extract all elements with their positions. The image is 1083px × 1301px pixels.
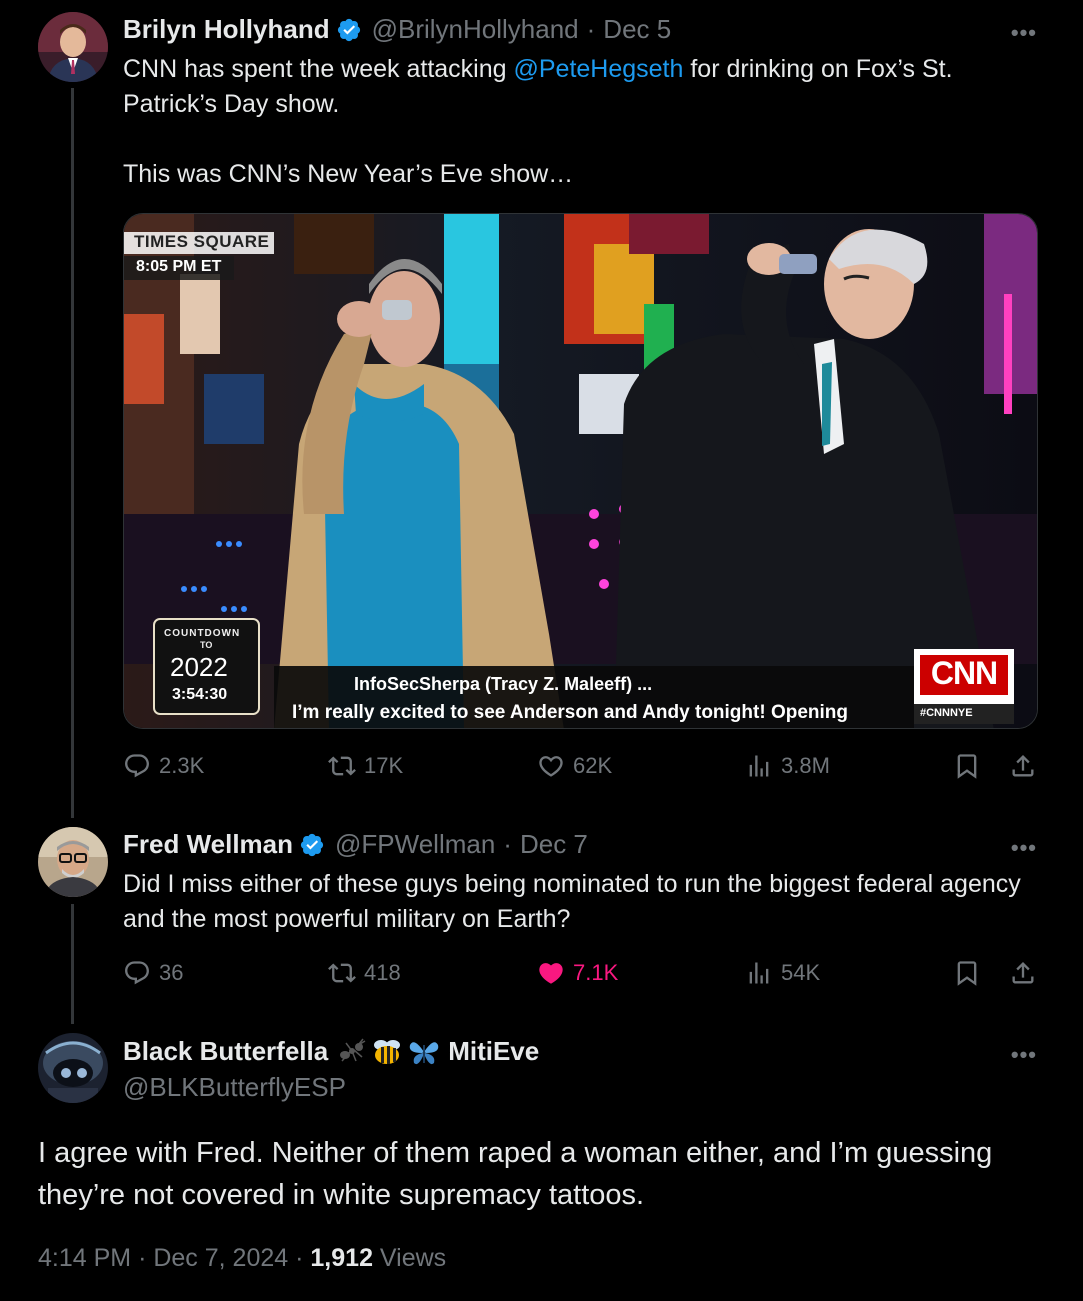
repost-button[interactable]: 17K [328,752,403,780]
mention-link[interactable]: @PeteHegseth [513,55,683,83]
repost-count: 418 [364,960,401,985]
tweet-actions: 2.3K 17K 62K 3.8M [123,752,1038,786]
separator: · [295,1244,304,1272]
reply-button[interactable]: 36 [123,959,183,987]
views-label: Views [379,1244,447,1272]
tweet-text: CNN has spent the week attacking @PeteHe… [123,52,1038,192]
reply-count: 2.3K [159,753,205,778]
like-count: 7.1K [573,960,619,985]
reply-count: 36 [159,960,184,985]
ant-icon [336,1037,366,1067]
like-button[interactable]: 62K [537,752,612,780]
avatar[interactable] [38,827,108,897]
avatar[interactable] [38,12,108,82]
media-location-label: TIMES SQUARE [134,232,270,251]
share-icon [1012,962,1034,984]
views-count[interactable]: 1,912 [310,1244,373,1272]
display-name[interactable]: Black Butterfella [123,1036,328,1067]
tweet-actions: 36 418 7.1K 54K [123,959,1038,993]
tweet-full-date[interactable]: Dec 7, 2024 [153,1244,288,1272]
handle[interactable]: @BrilynHollyhand [372,14,579,45]
share-button[interactable] [1009,959,1045,987]
network-hashtag: #CNNNYE [920,707,973,719]
more-options-icon[interactable]: ••• [1011,20,1037,46]
countdown-label: COUNTDOWN [164,628,241,639]
heart-filled-icon [539,963,563,984]
tweet-time[interactable]: 4:14 PM [38,1244,131,1272]
views-count: 3.8M [781,753,830,778]
verified-badge-icon [336,17,362,43]
views-count: 54K [781,960,821,985]
countdown-time: 3:54:30 [172,686,228,703]
avatar[interactable] [38,1033,108,1103]
views-chart-icon [749,962,769,984]
bookmark-icon [957,961,977,986]
ticker-user: InfoSecSherpa (Tracy Z. Maleeff) ... [354,674,653,694]
butterfly-icon [408,1037,440,1067]
more-options-icon[interactable]: ••• [1011,1042,1037,1068]
thread-line [71,88,74,818]
separator: · [586,14,596,44]
repost-count: 17K [364,753,404,778]
bookmark-icon [957,754,977,779]
tweet-meta: 4:14 PM · Dec 7, 2024 · 1,912 Views [38,1244,446,1273]
tweet-date[interactable]: Dec 7 [520,829,588,860]
display-name[interactable]: Fred Wellman [123,829,293,860]
tweet-date[interactable]: Dec 5 [603,14,671,45]
repost-icon [328,756,356,776]
separator: · [138,1244,147,1272]
handle[interactable]: @FPWellman [335,829,495,860]
bookmark-button[interactable] [953,752,989,780]
reply-icon [125,961,149,985]
reply-button[interactable]: 2.3K [123,752,204,780]
media-time-label: 8:05 PM ET [136,258,222,275]
countdown-year: 2022 [170,652,228,682]
bookmark-button[interactable] [953,959,989,987]
like-button[interactable]: 7.1K [537,959,618,987]
text-segment: CNN has spent the week attacking [123,55,514,83]
thread-line [71,904,74,1024]
views-chart-icon [749,755,769,777]
more-options-icon[interactable]: ••• [1011,835,1037,861]
views-button[interactable]: 3.8M [745,752,830,780]
heart-icon [539,756,563,777]
repost-button[interactable]: 418 [328,959,401,987]
display-name-suffix[interactable]: MitiEve [448,1036,539,1067]
share-button[interactable] [1009,752,1045,780]
views-button[interactable]: 54K [745,959,820,987]
bee-icon [370,1037,404,1067]
share-icon [1012,755,1034,777]
repost-icon [328,963,356,983]
reply-icon [125,754,149,778]
tweet-text: Did I miss either of these guys being no… [123,870,1028,933]
separator: · [503,829,512,859]
countdown-to: TO [200,640,213,650]
handle[interactable]: @BLKButterflyESP [123,1072,346,1103]
network-logo: CNN [930,655,998,691]
verified-badge-icon [299,832,325,858]
ticker-text: I’m really excited to see Anderson and A… [292,702,849,723]
like-count: 62K [573,753,613,778]
tweet-media-image[interactable]: TIMES SQUARE 8:05 PM ET COUNTDOWN TO 202… [123,213,1038,729]
display-name[interactable]: Brilyn Hollyhand [123,14,330,45]
tweet-text: I agree with Fred. Neither of them raped… [38,1137,993,1211]
